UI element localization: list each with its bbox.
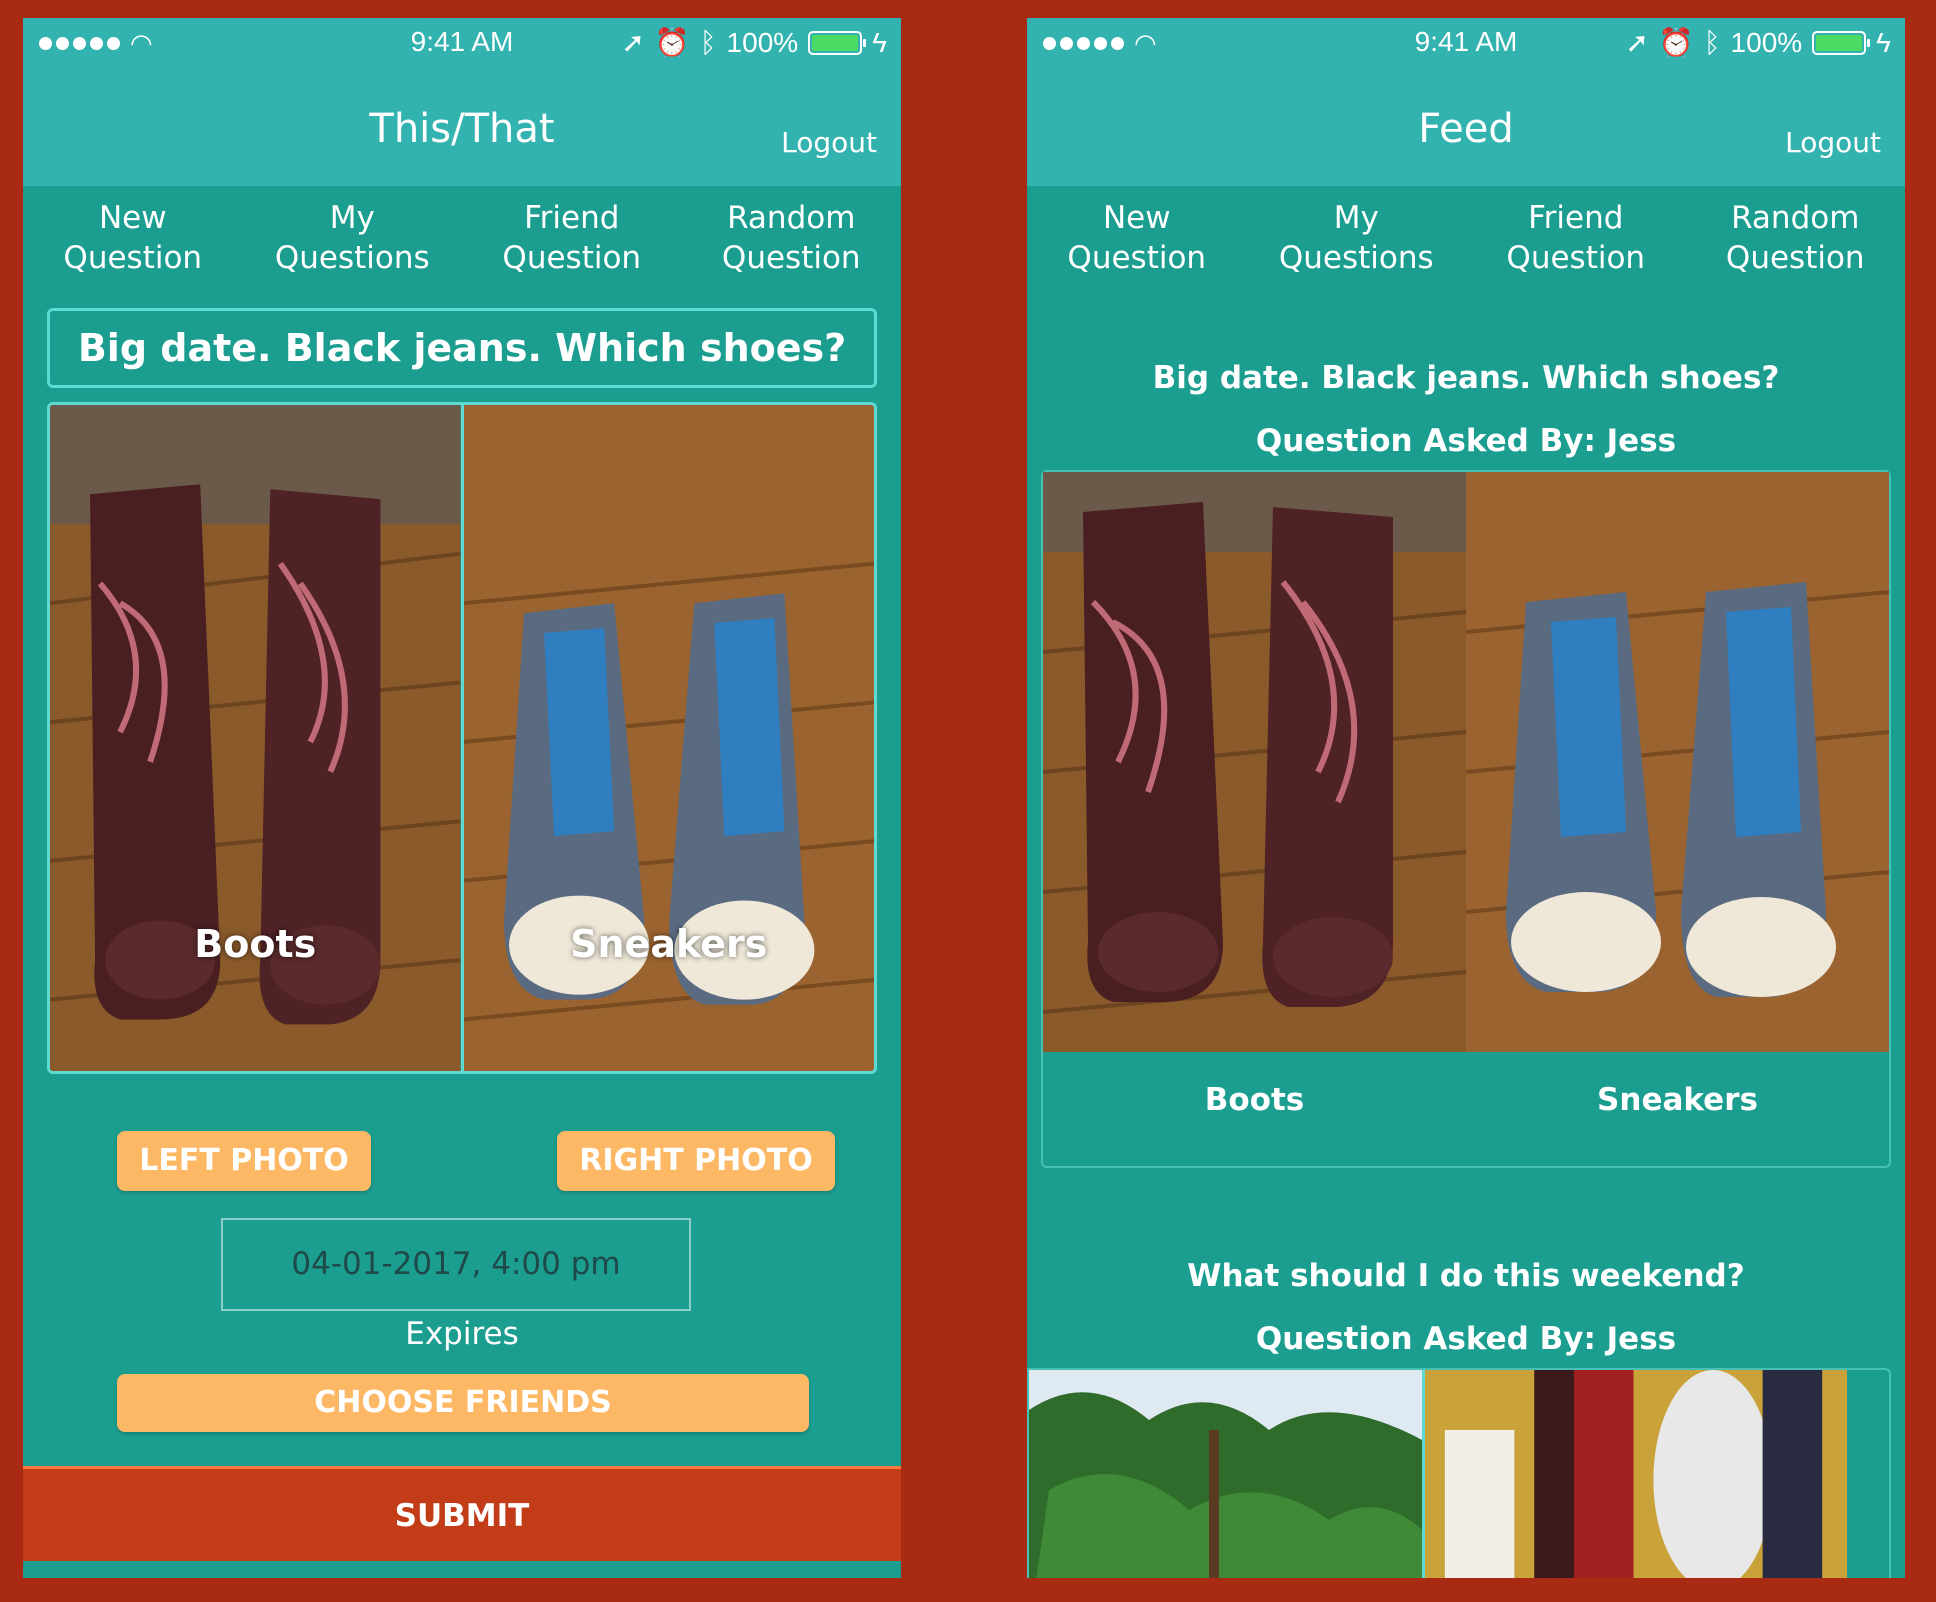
vote-left-photo[interactable]: [1029, 1370, 1422, 1578]
right-option-caption: Sneakers: [1597, 1082, 1758, 1118]
location-icon: ➚: [1625, 27, 1649, 58]
logout-button[interactable]: Logout: [1785, 126, 1881, 159]
tab-new-question[interactable]: New Question: [33, 186, 233, 296]
status-bar: ◠ 9:41 AM ➚ ⏰ ᛒ 100% ϟ: [1027, 18, 1905, 68]
boots-image: [1043, 472, 1466, 1052]
navigation-bar: Feed Logout: [1027, 68, 1905, 186]
photo-pair: [1043, 472, 1889, 1052]
tab-bar: New Question My Questions Friend Question R…: [1027, 186, 1905, 296]
status-bar: ◠ 9:41 AM ➚ ⏰ ᛒ 100% ϟ: [23, 18, 901, 68]
tab-new-question[interactable]: New Question: [1037, 186, 1237, 296]
battery-percent: 100%: [1730, 26, 1803, 58]
bluetooth-icon: ᛒ: [699, 26, 717, 58]
battery-icon: [808, 30, 867, 55]
expiry-date-field[interactable]: 04-01-2017, 4:00 pm: [221, 1218, 691, 1311]
feed-screen: ◠ 9:41 AM ➚ ⏰ ᛒ 100% ϟ Feed Logout New Qu…: [1027, 18, 1905, 1578]
left-photo[interactable]: Boots: [50, 405, 461, 1071]
right-photo-caption: Sneakers: [570, 922, 768, 966]
location-icon: ➚: [621, 27, 645, 58]
feed-card: Boots Sneakers: [1041, 470, 1891, 1168]
expiry-label: Expires: [405, 1316, 519, 1352]
this-that-screen: ◠ 9:41 AM ➚ ⏰ ᛒ 100% ϟ This/That Logout …: [23, 18, 901, 1578]
alarm-icon: ⏰: [1658, 27, 1694, 58]
vote-left-photo[interactable]: [1043, 472, 1466, 1052]
feed-asked-by: Question Asked By: Jess: [1255, 423, 1677, 459]
bluetooth-icon: ᛒ: [1703, 26, 1721, 58]
page-title: Feed: [1418, 106, 1514, 152]
tab-bar: New Question My Questions Friend Question R…: [23, 186, 901, 296]
alarm-icon: ⏰: [654, 27, 690, 58]
logout-button[interactable]: Logout: [781, 126, 877, 159]
sneakers-image: [463, 405, 874, 1071]
feed-question-title: What should I do this weekend?: [1187, 1258, 1745, 1294]
feed-asked-by: Question Asked By: Jess: [1255, 1321, 1677, 1357]
feed-card: [1027, 1368, 1891, 1578]
tab-friend-question[interactable]: Friend Question: [472, 186, 672, 296]
trees-image: [1029, 1370, 1422, 1578]
vote-right-photo[interactable]: [1466, 472, 1889, 1052]
charging-icon: ϟ: [872, 26, 887, 58]
page-title: This/That: [369, 106, 555, 152]
tab-my-questions[interactable]: My Questions: [1256, 186, 1456, 296]
charging-icon: ϟ: [1876, 26, 1891, 58]
vote-right-photo[interactable]: [1422, 1370, 1847, 1578]
photo-pair: Boots Sneakers: [47, 402, 877, 1074]
photo-pair: [1029, 1370, 1849, 1578]
feed-question-title: Big date. Black jeans. Which shoes?: [1152, 360, 1780, 396]
left-option-caption: Boots: [1204, 1082, 1305, 1118]
left-photo-button[interactable]: LEFT PHOTO: [117, 1131, 371, 1191]
sneakers-image: [1466, 472, 1889, 1052]
tab-my-questions[interactable]: My Questions: [252, 186, 452, 296]
submit-button[interactable]: SUBMIT: [23, 1466, 901, 1561]
tab-friend-question[interactable]: Friend Question: [1476, 186, 1676, 296]
tab-random-question[interactable]: Random Question: [691, 186, 891, 296]
navigation-bar: This/That Logout: [23, 68, 901, 186]
closet-image: [1425, 1370, 1847, 1578]
battery-icon: [1812, 30, 1871, 55]
boots-image: [50, 405, 461, 1071]
right-photo[interactable]: Sneakers: [460, 405, 874, 1071]
right-photo-button[interactable]: RIGHT PHOTO: [557, 1131, 835, 1191]
battery-percent: 100%: [726, 26, 799, 58]
tab-random-question[interactable]: Random Question: [1695, 186, 1895, 296]
question-input[interactable]: Big date. Black jeans. Which shoes?: [47, 308, 877, 388]
left-photo-caption: Boots: [194, 922, 317, 966]
choose-friends-button[interactable]: CHOOSE FRIENDS: [117, 1374, 809, 1432]
